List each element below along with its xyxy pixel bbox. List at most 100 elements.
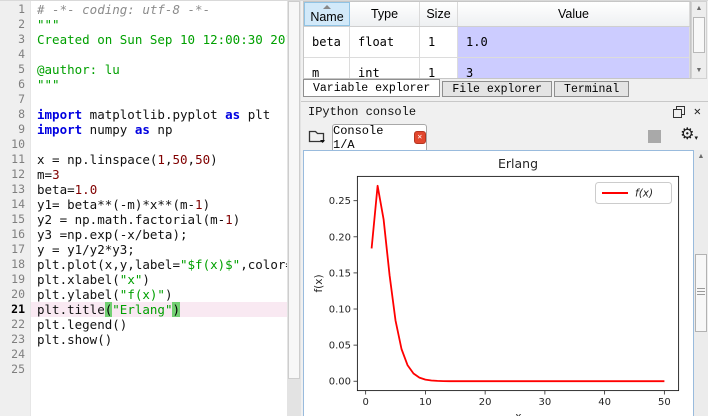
code-line: 12m=3 — [0, 167, 287, 182]
code-line: 5@author: lu — [0, 62, 287, 77]
column-header-value[interactable]: Value — [458, 2, 690, 26]
scroll-up-icon[interactable]: ▲ — [694, 150, 708, 164]
code-line: 16y3 =np.exp(-x/beta); — [0, 227, 287, 242]
svg-text:Erlang: Erlang — [498, 156, 538, 171]
editor-code[interactable]: 1# -*- coding: utf-8 -*-2"""3Created on … — [0, 2, 287, 416]
console-panel-title: IPython console — [308, 105, 416, 119]
code-line: 10 — [0, 137, 287, 152]
variable-row[interactable]: betafloat11.0 — [304, 27, 690, 58]
svg-text:x: x — [514, 411, 522, 416]
line-number: 17 — [0, 242, 31, 257]
code-line: 18plt.plot(x,y,label="$f(x)$",color="r — [0, 257, 287, 272]
scroll-down-icon[interactable]: ▼ — [692, 64, 706, 78]
code-line: 22plt.legend() — [0, 317, 287, 332]
sort-ascending-icon — [323, 5, 331, 9]
code-line: 19plt.xlabel("x") — [0, 272, 287, 287]
svg-text:10: 10 — [419, 397, 432, 408]
scroll-up-icon[interactable]: ▲ — [692, 2, 706, 16]
editor-scrollbar[interactable] — [287, 1, 301, 416]
console-tab-label: Console 1/A — [333, 124, 408, 152]
svg-text:0.05: 0.05 — [329, 341, 351, 352]
line-number: 24 — [0, 347, 31, 362]
variable-scrollbar-thumb[interactable] — [693, 17, 705, 53]
console-scrollbar-thumb[interactable] — [695, 254, 707, 332]
panel-tab-terminal[interactable]: Terminal — [554, 81, 629, 97]
line-number: 18 — [0, 257, 31, 272]
code-line: 6""" — [0, 77, 287, 92]
svg-text:30: 30 — [539, 397, 552, 408]
line-number: 11 — [0, 152, 31, 167]
code-line: 3Created on Sun Sep 10 12:00:30 2017 — [0, 32, 287, 47]
svg-text:0.15: 0.15 — [329, 268, 351, 279]
code-line: 11x = np.linspace(1,50,50) — [0, 152, 287, 167]
options-gear-icon[interactable]: ⚙▾ — [680, 124, 698, 150]
code-line: 8import matplotlib.pyplot as plt — [0, 107, 287, 122]
console-output[interactable]: Erlang 0 10 20 30 40 50 0.00 0.05 0.10 0.15 0.20 0.2… — [303, 150, 694, 416]
line-number: 23 — [0, 332, 31, 347]
tab-close-icon[interactable]: ✕ — [414, 131, 426, 144]
line-number: 8 — [0, 107, 31, 122]
column-header-size[interactable]: Size — [420, 2, 458, 26]
editor-scrollbar-thumb[interactable] — [288, 1, 300, 379]
variable-table-header: NameTypeSizeValue — [304, 2, 690, 27]
line-number: 21 — [0, 302, 31, 317]
line-number: 20 — [0, 287, 31, 302]
line-number: 22 — [0, 317, 31, 332]
code-line: 20plt.ylabel("f(x)") — [0, 287, 287, 302]
right-pane: NameTypeSizeValue betafloat11.0mint13 ▲ … — [301, 1, 708, 416]
svg-text:0.25: 0.25 — [329, 196, 351, 207]
variable-row[interactable]: mint13 — [304, 58, 690, 79]
code-line: 1# -*- coding: utf-8 -*- — [0, 2, 287, 17]
panel-tab-file-explorer[interactable]: File explorer — [442, 81, 552, 97]
console-scrollbar[interactable]: ▲ — [694, 150, 708, 416]
svg-text:f(x): f(x) — [313, 274, 325, 292]
line-number: 2 — [0, 17, 31, 32]
code-line: 14y1= beta**(-m)*x**(m-1) — [0, 197, 287, 212]
code-line: 2""" — [0, 17, 287, 32]
undock-icon[interactable] — [673, 106, 685, 118]
code-line: 9import numpy as np — [0, 122, 287, 137]
code-line: 4 — [0, 47, 287, 62]
line-number: 7 — [0, 92, 31, 107]
svg-text:0.10: 0.10 — [329, 305, 351, 316]
code-line: 17y = y1/y2*y3; — [0, 242, 287, 257]
code-editor[interactable]: 1# -*- coding: utf-8 -*-2"""3Created on … — [0, 1, 301, 416]
line-number: 1 — [0, 2, 31, 17]
column-header-name[interactable]: Name — [304, 2, 350, 26]
column-header-type[interactable]: Type — [350, 2, 420, 26]
ipython-console-panel: IPython console ✕ Console 1/A ✕ ⚙▾ — [301, 101, 708, 416]
interrupt-kernel-icon[interactable] — [648, 130, 661, 143]
svg-text:50: 50 — [658, 397, 671, 408]
line-number: 3 — [0, 32, 31, 47]
line-number: 12 — [0, 167, 31, 182]
line-number: 5 — [0, 62, 31, 77]
code-line: 25 — [0, 362, 287, 377]
close-panel-icon[interactable]: ✕ — [694, 104, 701, 119]
line-number: 19 — [0, 272, 31, 287]
variable-table-body: betafloat11.0mint13 — [304, 27, 690, 79]
panel-tab-variable-explorer[interactable]: Variable explorer — [303, 79, 440, 97]
svg-text:0: 0 — [362, 397, 368, 408]
matplotlib-figure: Erlang 0 10 20 30 40 50 0.00 0.05 0.10 0.15 0.20 0.2… — [311, 154, 691, 416]
svg-text:20: 20 — [479, 397, 492, 408]
svg-text:40: 40 — [598, 397, 611, 408]
code-line: 7 — [0, 92, 287, 107]
line-number: 10 — [0, 137, 31, 152]
bottom-panel-tabs: Variable explorerFile explorerTerminal — [303, 79, 631, 97]
line-number: 14 — [0, 197, 31, 212]
code-line: 24 — [0, 347, 287, 362]
browse-tabs-icon[interactable] — [308, 128, 327, 149]
variable-table-scrollbar[interactable]: ▲ ▼ — [691, 1, 707, 79]
variable-explorer-table[interactable]: NameTypeSizeValue betafloat11.0mint13 — [303, 1, 691, 79]
spyder-window: 1# -*- coding: utf-8 -*-2"""3Created on … — [0, 0, 708, 416]
code-line: 15y2 = np.math.factorial(m-1) — [0, 212, 287, 227]
console-tab[interactable]: Console 1/A ✕ — [332, 124, 427, 150]
line-number: 16 — [0, 227, 31, 242]
code-line: 13beta=1.0 — [0, 182, 287, 197]
svg-text:0.20: 0.20 — [329, 232, 351, 243]
line-number: 9 — [0, 122, 31, 137]
line-number: 6 — [0, 77, 31, 92]
svg-text:0.00: 0.00 — [329, 377, 351, 388]
line-number: 15 — [0, 212, 31, 227]
console-tab-bar: Console 1/A ✕ ⚙▾ — [301, 121, 708, 150]
